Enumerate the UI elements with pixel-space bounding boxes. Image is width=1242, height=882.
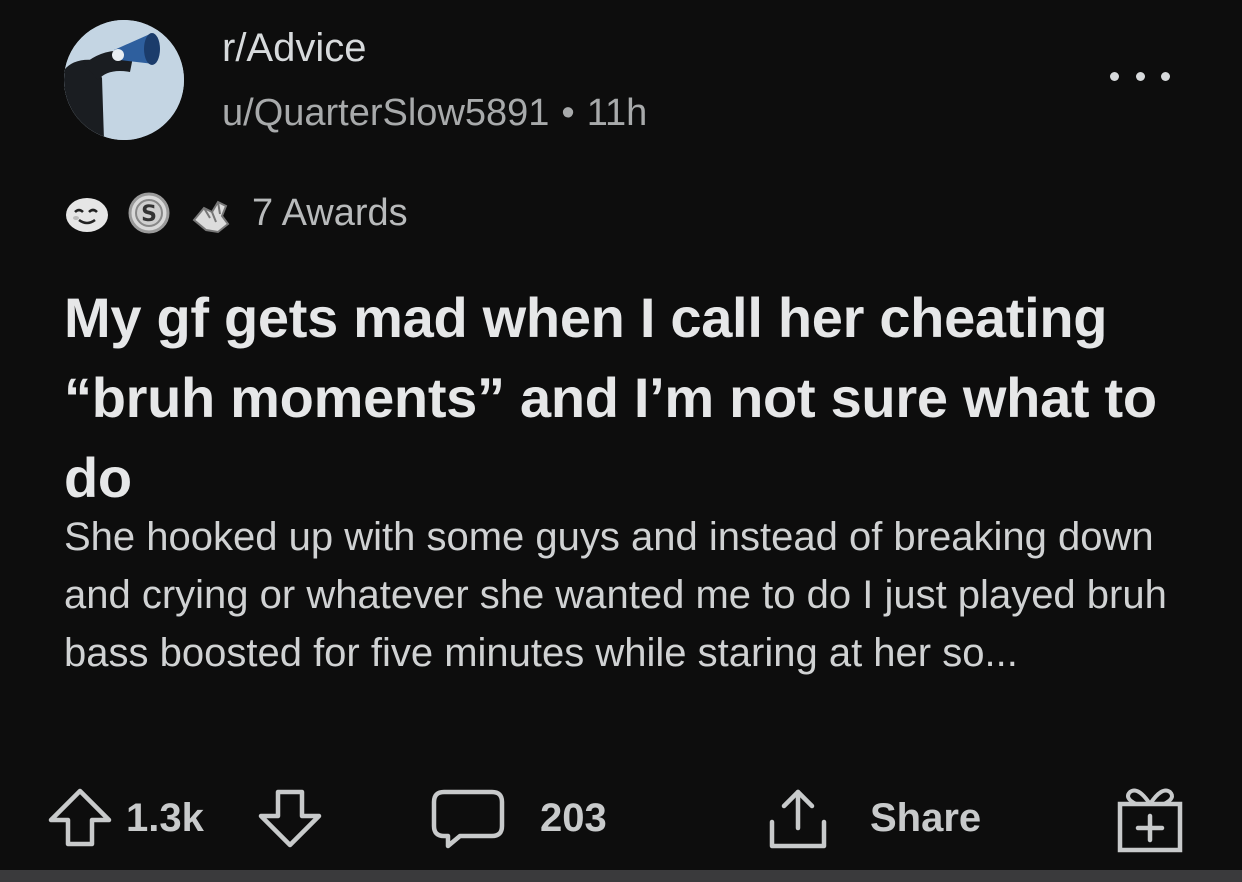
svg-text:S: S	[141, 202, 157, 227]
comment-bubble-icon	[431, 789, 505, 849]
downvote-button[interactable]	[256, 786, 324, 850]
downvote-arrow-icon	[258, 789, 322, 848]
take-my-power-award-icon	[188, 190, 234, 236]
silver-coin-award-icon: S	[126, 190, 172, 236]
upvote-button[interactable]	[46, 786, 114, 850]
post-meta: u/QuarterSlow5891 • 11h	[222, 92, 647, 135]
more-horizontal-icon	[1110, 71, 1119, 81]
more-horizontal-icon	[1135, 71, 1145, 81]
post-age: 11h	[586, 92, 648, 134]
meta-separator: •	[561, 92, 575, 134]
share-upload-icon	[769, 789, 827, 849]
upvote-arrow-icon	[48, 788, 112, 847]
reddit-post-card: r/Advice u/QuarterSlow5891 • 11h S 7 Awa…	[0, 0, 1242, 870]
share-label[interactable]: Share	[870, 796, 981, 841]
vote-score: 1.3k	[126, 796, 204, 840]
subreddit-avatar[interactable]	[64, 20, 184, 140]
wholesome-award-icon	[64, 190, 110, 236]
advice-mascot-icon	[64, 20, 184, 140]
share-button[interactable]	[758, 784, 838, 854]
comment-count[interactable]: 203	[540, 796, 607, 841]
awards-row[interactable]: S 7 Awards	[64, 188, 408, 238]
post-title[interactable]: My gf gets mad when I call her cheating …	[64, 278, 1184, 518]
more-options-button[interactable]	[1110, 56, 1170, 96]
author-username[interactable]: u/QuarterSlow5891	[222, 92, 549, 134]
post-body[interactable]: She hooked up with some guys and instead…	[64, 508, 1194, 682]
subreddit-name[interactable]: r/Advice	[222, 26, 367, 71]
give-award-button[interactable]	[1112, 782, 1188, 854]
more-horizontal-icon	[1161, 71, 1170, 81]
bottom-divider	[0, 870, 1242, 882]
awards-count: 7 Awards	[252, 191, 408, 234]
gift-award-icon	[1117, 788, 1183, 853]
post-action-bar: 1.3k 203 Share	[0, 780, 1242, 856]
comments-button[interactable]	[430, 788, 506, 850]
